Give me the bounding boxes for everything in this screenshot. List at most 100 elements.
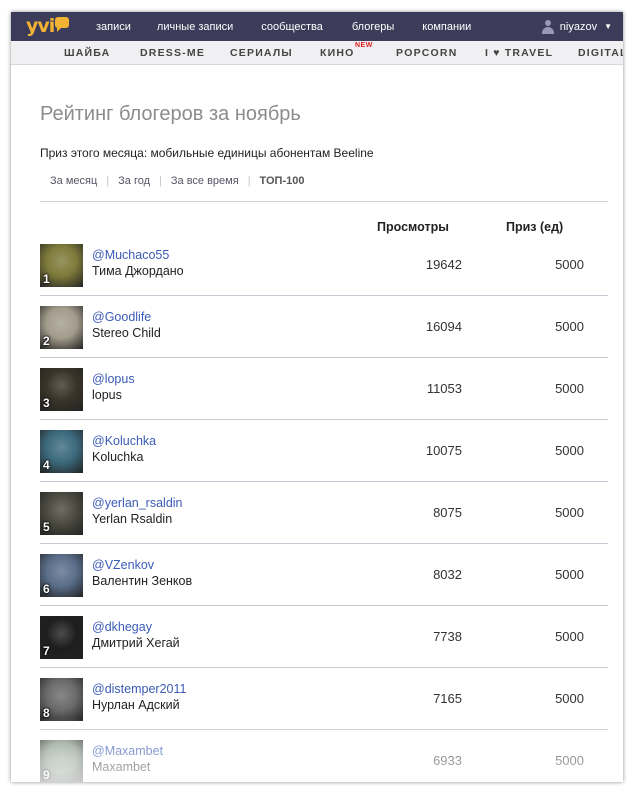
prize-amount: 5000 — [555, 629, 584, 644]
blogger-name: Дмитрий Хегай — [92, 636, 180, 650]
nav-item-posts[interactable]: записи — [96, 21, 131, 33]
avatar[interactable]: 8 — [40, 678, 83, 721]
views-count: 8075 — [433, 505, 462, 520]
table-row: 9 @Maxambet Maxambet 6933 5000 — [40, 730, 608, 782]
prize-description: Приз этого месяца: мобильные единицы або… — [40, 146, 374, 160]
rank-number: 3 — [43, 396, 50, 410]
section-item-travel[interactable]: I ♥ TRAVEL — [485, 47, 553, 59]
blogger-handle-link[interactable]: @yerlan_rsaldin — [92, 496, 183, 510]
views-count: 7165 — [433, 691, 462, 706]
tab-separator: | — [247, 175, 251, 187]
blogger-name: Валентин Зенков — [92, 574, 193, 588]
avatar[interactable]: 1 — [40, 244, 83, 287]
views-count: 11053 — [426, 381, 462, 396]
rank-number: 9 — [43, 768, 50, 782]
chevron-down-icon: ▼ — [604, 22, 612, 31]
views-count: 8032 — [433, 567, 462, 582]
views-count: 10075 — [425, 443, 462, 458]
avatar[interactable]: 4 — [40, 430, 83, 473]
yvi-logo[interactable]: yvi — [26, 15, 70, 37]
table-row: 1 @Muchaco55 Тима Джордано 19642 5000 — [40, 234, 608, 296]
blogger-handle-link[interactable]: @lopus — [92, 372, 135, 386]
prize-amount: 5000 — [555, 257, 584, 272]
blogger-handle-link[interactable]: @dkhegay — [92, 620, 152, 634]
blogger-handle-link[interactable]: @distemper2011 — [92, 682, 186, 696]
section-item-kino[interactable]: КИНО — [320, 47, 355, 59]
prize-amount: 5000 — [555, 567, 584, 582]
nav-item-companies[interactable]: компании — [422, 21, 471, 33]
nav-item-bloggers[interactable]: блогеры — [352, 21, 394, 33]
table-row: 6 @VZenkov Валентин Зенков 8032 5000 — [40, 544, 608, 606]
views-count: 19642 — [425, 257, 462, 272]
page-frame: yvi записи личные записи сообщества блог… — [11, 12, 623, 782]
tab-year[interactable]: За год — [118, 175, 150, 187]
blogger-list: 1 @Muchaco55 Тима Джордано 19642 5000 2 @Goodl… — [40, 234, 608, 782]
tab-top-100[interactable]: ТОП-100 — [260, 175, 305, 187]
avatar[interactable]: 9 — [40, 740, 83, 782]
blogger-name: Koluchka — [92, 450, 144, 464]
tab-month[interactable]: За месяц — [50, 175, 97, 187]
table-row: 2 @Goodlife Stereo Child 16094 5000 — [40, 296, 608, 358]
blogger-handle-link[interactable]: @Maxambet — [92, 744, 163, 758]
section-item-serials[interactable]: СЕРИАЛЫ — [230, 47, 293, 59]
blogger-name: Maxambet — [92, 760, 151, 774]
user-icon — [541, 19, 554, 34]
avatar[interactable]: 2 — [40, 306, 83, 349]
logo-text: yvi — [26, 15, 55, 37]
prize-amount: 5000 — [555, 319, 584, 334]
column-header-views: Просмотры — [377, 220, 449, 234]
blogger-name: Нурлан Адский — [92, 698, 180, 712]
section-item-digital[interactable]: DIGITAL — [578, 47, 623, 59]
period-tabs: За месяц | За год | За все время | ТОП-1… — [50, 175, 304, 187]
tab-separator: | — [106, 175, 110, 187]
rank-number: 8 — [43, 706, 50, 720]
username: niyazov — [559, 20, 598, 33]
blogger-name: Stereo Child — [92, 326, 161, 340]
prize-amount: 5000 — [555, 381, 584, 396]
rank-number: 7 — [43, 644, 50, 658]
nav-item-communities[interactable]: сообщества — [261, 21, 323, 33]
tab-all-time[interactable]: За все время — [171, 175, 239, 187]
blogger-handle-link[interactable]: @Muchaco55 — [92, 248, 169, 262]
rank-number: 5 — [43, 520, 50, 534]
rank-number: 1 — [43, 272, 50, 286]
blogger-name: Yerlan Rsaldin — [92, 512, 173, 526]
views-count: 16094 — [425, 319, 462, 334]
prize-amount: 5000 — [555, 753, 584, 768]
section-item-dress-me[interactable]: DRESS-ME — [140, 47, 205, 59]
blogger-name: Тима Джордано — [92, 264, 184, 278]
new-badge: NEW — [355, 42, 373, 49]
user-menu[interactable]: niyazov ▼ — [541, 12, 612, 41]
page-title: Рейтинг блогеров за ноябрь — [40, 103, 301, 125]
blogger-handle-link[interactable]: @VZenkov — [92, 558, 154, 572]
divider — [40, 201, 608, 202]
table-row: 7 @dkhegay Дмитрий Хегай 7738 5000 — [40, 606, 608, 668]
views-count: 6933 — [433, 753, 462, 768]
main-nav: записи личные записи сообщества блогеры … — [96, 12, 471, 41]
tab-separator: | — [159, 175, 162, 187]
top-navigation: yvi записи личные записи сообщества блог… — [11, 12, 623, 41]
prize-amount: 5000 — [555, 505, 584, 520]
speech-bubble-icon — [55, 16, 70, 32]
section-item-popcorn[interactable]: POPCORN — [396, 47, 458, 59]
avatar[interactable]: 3 — [40, 368, 83, 411]
table-row: 5 @yerlan_rsaldin Yerlan Rsaldin 8075 5000 — [40, 482, 608, 544]
table-row: 8 @distemper2011 Нурлан Адский 7165 5000 — [40, 668, 608, 730]
avatar[interactable]: 6 — [40, 554, 83, 597]
section-nav: ШАЙБА DRESS-ME СЕРИАЛЫ КИНО NEW POPCORN … — [11, 41, 623, 65]
prize-amount: 5000 — [555, 691, 584, 706]
avatar[interactable]: 7 — [40, 616, 83, 659]
column-header-prize: Приз (ед) — [506, 220, 564, 234]
blogger-handle-link[interactable]: @Koluchka — [92, 434, 156, 448]
blogger-handle-link[interactable]: @Goodlife — [92, 310, 151, 324]
table-row: 3 @lopus lopus 11053 5000 — [40, 358, 608, 420]
table-row: 4 @Koluchka Koluchka 10075 5000 — [40, 420, 608, 482]
rank-number: 4 — [43, 458, 50, 472]
blogger-name: lopus — [92, 388, 122, 402]
section-item-shaiba[interactable]: ШАЙБА — [64, 47, 110, 59]
avatar[interactable]: 5 — [40, 492, 83, 535]
rank-number: 6 — [43, 582, 50, 596]
rank-number: 2 — [43, 334, 50, 348]
views-count: 7738 — [433, 629, 462, 644]
nav-item-personal-posts[interactable]: личные записи — [157, 21, 233, 33]
